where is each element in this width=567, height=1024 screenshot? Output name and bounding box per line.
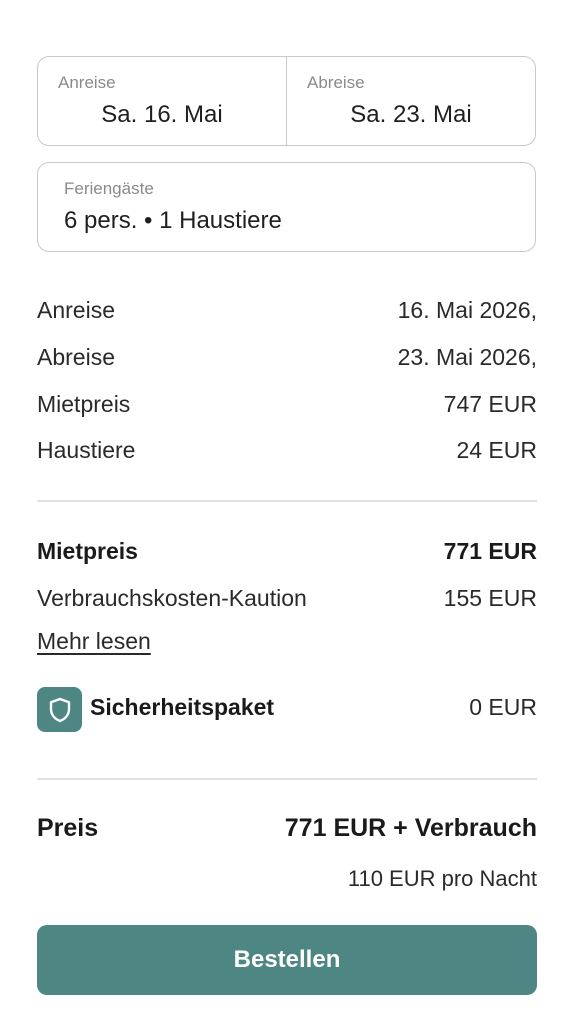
guests-value: 6 pers. • 1 Haustiere — [64, 207, 282, 234]
detail-value: 23. Mai 2026, — [397, 343, 537, 370]
detail-value: 16. Mai 2026, — [397, 296, 537, 323]
detail-row-rent: Mietpreis 747 EUR — [37, 388, 537, 420]
safety-package-label: Sicherheitspaket — [90, 694, 275, 720]
guests-field[interactable]: Feriengäste 6 pers. • 1 Haustiere — [37, 162, 536, 252]
divider — [37, 500, 537, 502]
detail-value: 24 EUR — [456, 436, 537, 463]
arrival-label: Anreise — [58, 73, 116, 92]
departure-label: Abreise — [307, 73, 365, 92]
deposit-row: Verbrauchskosten-Kaution 155 EUR — [37, 582, 537, 614]
departure-date-field[interactable]: Abreise Sa. 23. Mai — [286, 57, 535, 145]
detail-label: Haustiere — [37, 436, 136, 463]
detail-row-pets: Haustiere 24 EUR — [37, 434, 537, 466]
deposit-value: 155 EUR — [443, 584, 537, 611]
arrival-date-field[interactable]: Anreise Sa. 16. Mai — [38, 57, 286, 145]
shield-icon — [48, 697, 72, 723]
rent-total-label: Mietpreis — [37, 537, 138, 564]
price-per-night: 110 EUR pro Nacht — [347, 866, 537, 891]
safety-package-badge — [37, 687, 82, 732]
price-label: Preis — [37, 814, 99, 842]
detail-label: Abreise — [37, 343, 115, 370]
price-value: 771 EUR + Verbrauch — [284, 814, 537, 842]
deposit-label: Verbrauchskosten-Kaution — [37, 584, 307, 611]
date-selector: Anreise Sa. 16. Mai Abreise Sa. 23. Mai — [37, 56, 536, 146]
safety-package-value: 0 EUR — [469, 694, 537, 720]
divider — [37, 778, 537, 780]
guests-label: Feriengäste — [64, 179, 154, 198]
detail-row-departure: Abreise 23. Mai 2026, — [37, 341, 537, 373]
order-button[interactable]: Bestellen — [37, 925, 537, 995]
detail-label: Mietpreis — [37, 390, 131, 417]
detail-row-arrival: Anreise 16. Mai 2026, — [37, 294, 537, 326]
departure-value: Sa. 23. Mai — [350, 101, 472, 128]
read-more-link[interactable]: Mehr lesen — [37, 628, 151, 655]
rent-total-row: Mietpreis 771 EUR — [37, 535, 537, 567]
detail-value: 747 EUR — [443, 390, 537, 417]
detail-label: Anreise — [37, 296, 115, 323]
arrival-value: Sa. 16. Mai — [101, 101, 223, 128]
rent-total-value: 771 EUR — [443, 537, 537, 564]
